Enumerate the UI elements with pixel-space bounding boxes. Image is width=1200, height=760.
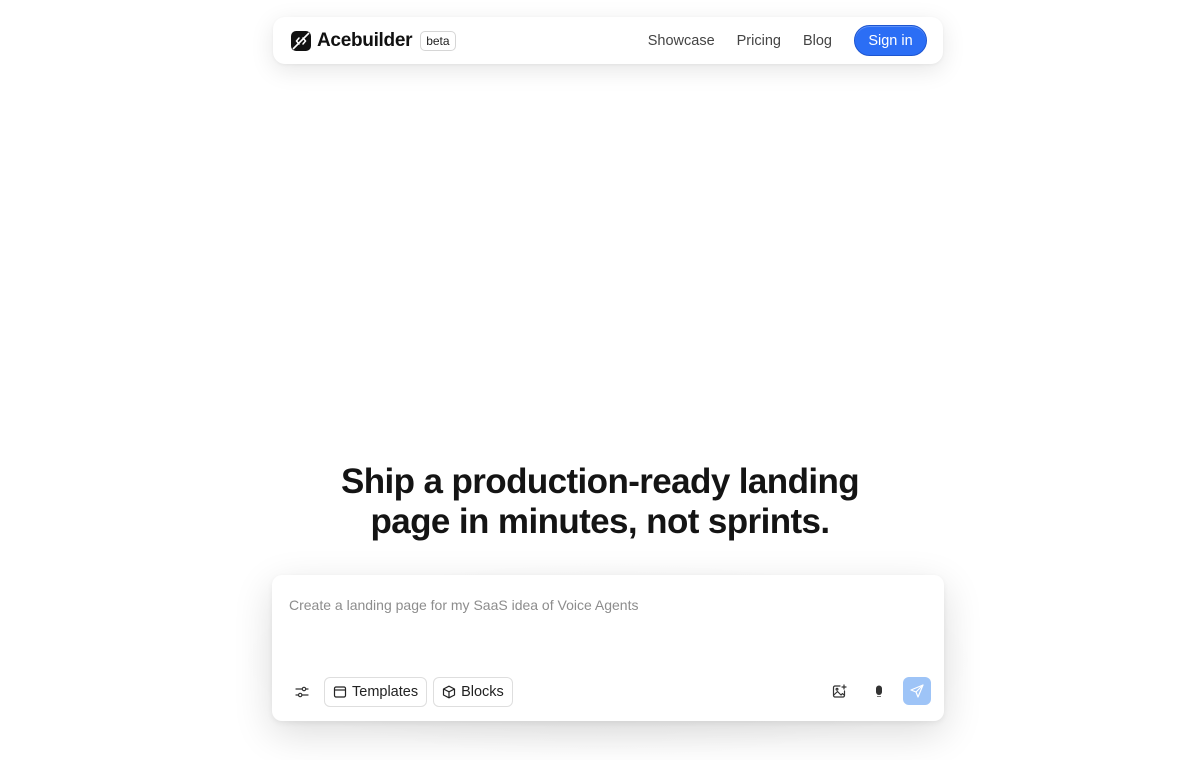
blocks-button[interactable]: Blocks xyxy=(433,677,513,707)
window-icon xyxy=(333,685,352,699)
microphone-icon xyxy=(873,684,885,698)
templates-label: Templates xyxy=(352,684,419,700)
nav-link-blog[interactable]: Blog xyxy=(803,33,832,49)
brand-name: Acebuilder xyxy=(317,29,413,51)
blocks-label: Blocks xyxy=(461,684,504,700)
prompt-card: Templates Blocks xyxy=(272,575,944,721)
send-icon xyxy=(910,684,924,698)
hero-title-line-1: Ship a production-ready landing xyxy=(340,462,860,501)
hero-title: Ship a production-ready landing page in … xyxy=(0,462,1200,542)
beta-badge: beta xyxy=(420,30,456,51)
templates-button[interactable]: Templates xyxy=(324,677,428,707)
prompt-toolbar-left: Templates Blocks xyxy=(288,677,513,707)
send-button[interactable] xyxy=(903,677,931,705)
nav-link-pricing[interactable]: Pricing xyxy=(737,33,781,49)
nav-links: Showcase Pricing Blog Sign in xyxy=(648,25,927,56)
settings-button[interactable] xyxy=(288,678,316,706)
cube-icon xyxy=(442,685,461,699)
voice-input-button[interactable] xyxy=(865,677,893,705)
brand[interactable]: Acebuilder beta xyxy=(290,30,456,52)
acebuilder-logo-icon xyxy=(290,30,312,52)
hero-title-line-2: page in minutes, not sprints. xyxy=(370,502,830,541)
sign-in-button[interactable]: Sign in xyxy=(854,25,927,56)
sliders-icon xyxy=(295,685,309,699)
top-navbar: Acebuilder beta Showcase Pricing Blog Si… xyxy=(273,17,943,64)
nav-link-showcase[interactable]: Showcase xyxy=(648,33,715,49)
prompt-toolbar-right xyxy=(813,677,931,705)
attach-image-button[interactable] xyxy=(825,677,853,705)
prompt-input[interactable] xyxy=(289,597,919,667)
image-plus-icon xyxy=(832,683,847,699)
